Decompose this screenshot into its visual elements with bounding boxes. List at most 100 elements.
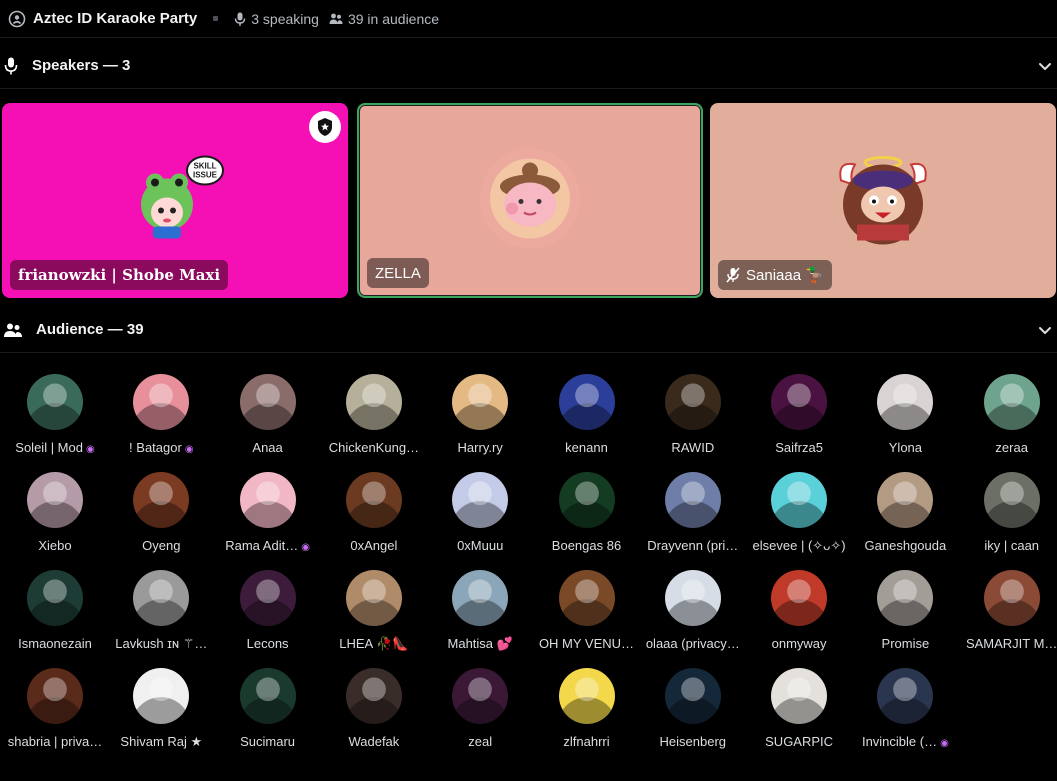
audience-member-name: Boengas 86 [536, 538, 638, 553]
audience-member[interactable]: OH MY VENU… [534, 564, 640, 662]
audience-member[interactable]: Soleil | Mod ◉ [2, 368, 108, 466]
avatar [27, 570, 83, 626]
audience-member-name: 0xMuuu [429, 538, 531, 553]
speaker-avatar [835, 150, 931, 251]
pink-character-avatar [480, 148, 580, 248]
audience-member-label: Wadefak [348, 734, 400, 749]
audience-member-label: zlfnahrri [563, 734, 610, 749]
audience-member[interactable]: Mahtisa 💕 [427, 564, 533, 662]
speaker-tiles: SKILL ISSUE frianowzki | Shobe Maxi ZELL… [2, 103, 1056, 298]
audience-member-name: Invincible (… ◉ [854, 734, 956, 749]
speakers-section-header[interactable]: Speakers — 3 [0, 43, 1057, 89]
audience-member-name: Ganeshgouda [854, 538, 956, 553]
audience-member-label: Ganeshgouda [864, 538, 947, 553]
avatar [452, 374, 509, 430]
audience-member-label: kenann [565, 440, 608, 455]
audience-member-name: zeal [429, 734, 531, 749]
audience-section-header[interactable]: Audience — 39 [0, 307, 1057, 353]
audience-member[interactable]: iky | caan [959, 466, 1057, 564]
audience-member[interactable]: Harry.ry [427, 368, 533, 466]
audience-member[interactable]: RAWID [640, 368, 746, 466]
avatar [345, 668, 402, 724]
microphone-icon [235, 12, 246, 26]
avatar [345, 570, 402, 626]
audience-member-label: Ismaonezain [18, 636, 92, 651]
avatar [558, 472, 615, 528]
audience-member-label: Saifrza5 [775, 440, 823, 455]
speaker-tile[interactable]: SKILL ISSUE frianowzki | Shobe Maxi [2, 103, 348, 298]
audience-member[interactable]: zlfnahrri [534, 662, 640, 760]
avatar [452, 472, 509, 528]
audience-member[interactable]: Oyeng [108, 466, 214, 564]
audience-member-name: elsevee | (✧ᴗ✧) [748, 538, 850, 554]
audience-member[interactable]: shabria | priva… [2, 662, 108, 760]
audience-member[interactable]: Sucimaru [215, 662, 321, 760]
speaker-tile[interactable]: Saniaaa 🦆 [710, 103, 1056, 298]
chevron-down-icon[interactable] [1037, 322, 1053, 338]
avatar [983, 570, 1040, 626]
audience-member[interactable]: ! Batagor ◉ [108, 368, 214, 466]
audience-member-label: zeal [468, 734, 493, 749]
stage-channel-icon [8, 10, 26, 28]
audience-member-name: Harry.ry [429, 440, 531, 455]
speaking-count-label: 3 speaking [251, 10, 319, 27]
audience-member[interactable]: Shivam Raj ★ [108, 662, 214, 760]
audience-member[interactable]: SUGARPIC [746, 662, 852, 760]
audience-member-label: Lecons [246, 636, 289, 651]
audience-member-name: SAMARJIT M… [961, 636, 1057, 651]
audience-member-name: Promise [854, 636, 956, 651]
audience-member[interactable]: Ylona [852, 368, 958, 466]
avatar [771, 570, 828, 626]
speaker-tile[interactable]: ZELLA [357, 103, 703, 298]
audience-member[interactable]: LHEA 🥀👠 [321, 564, 427, 662]
avatar [452, 570, 509, 626]
audience-member[interactable]: Ganeshgouda [852, 466, 958, 564]
audience-member-name: 0xAngel [323, 538, 425, 553]
chevron-down-icon[interactable] [1037, 58, 1053, 74]
audience-member-name: Mahtisa 💕 [429, 636, 531, 652]
audience-member[interactable]: Xiebo [2, 466, 108, 564]
moderator-badge [309, 111, 341, 143]
audience-member[interactable]: ChickenKung… [321, 368, 427, 466]
audience-member[interactable]: elsevee | (✧ᴗ✧) [746, 466, 852, 564]
audience-member[interactable]: Anaa [215, 368, 321, 466]
audience-member-label: olaaa (privacy… [645, 636, 740, 651]
audience-member-label: LHEA 🥀👠 [339, 636, 409, 651]
audience-member-label: Shivam Raj ★ [120, 734, 203, 749]
audience-member[interactable]: onmyway [746, 564, 852, 662]
avatar [983, 472, 1040, 528]
audience-member-name: zlfnahrri [536, 734, 638, 749]
audience-member-name: iky | caan [961, 538, 1057, 553]
audience-member[interactable]: SAMARJIT M… [959, 564, 1057, 662]
audience-member[interactable]: Boengas 86 [534, 466, 640, 564]
audience-member[interactable]: Saifrza5 [746, 368, 852, 466]
avatar [664, 570, 721, 626]
audience-member-name: Oyeng [110, 538, 212, 553]
audience-member-name: Anaa [217, 440, 319, 455]
speaker-nameplate: ZELLA [367, 258, 429, 288]
audience-member-label: Invincible (… [861, 734, 938, 749]
audience-member[interactable]: Ismaonezain [2, 564, 108, 662]
audience-member[interactable]: kenann [534, 368, 640, 466]
audience-member[interactable]: olaaa (privacy… [640, 564, 746, 662]
speaker-name: frianowzki | Shobe Maxi [18, 266, 221, 284]
audience-member[interactable]: Lavkush ɪɴ ⚚… [108, 564, 214, 662]
audience-member[interactable]: Rama Adit… ◉ [215, 466, 321, 564]
speaker-nameplate: Saniaaa 🦆 [718, 260, 832, 290]
audience-member-name: onmyway [748, 636, 850, 651]
audience-member[interactable]: zeraa [959, 368, 1057, 466]
audience-member[interactable]: Heisenberg [640, 662, 746, 760]
audience-member[interactable]: Wadefak [321, 662, 427, 760]
speakers-section-label: Speakers — 3 [32, 57, 131, 74]
audience-member[interactable]: 0xAngel [321, 466, 427, 564]
audience-member[interactable]: zeal [427, 662, 533, 760]
speaker-nameplate: frianowzki | Shobe Maxi [10, 260, 229, 290]
audience-member[interactable]: Drayvenn (pri… [640, 466, 746, 564]
avatar [452, 668, 509, 724]
audience-member[interactable]: Invincible (… ◉ [852, 662, 958, 760]
avatar [558, 668, 615, 724]
audience-member[interactable]: Promise [852, 564, 958, 662]
audience-member[interactable]: Lecons [215, 564, 321, 662]
audience-member-name: Ylona [854, 440, 956, 455]
audience-member[interactable]: 0xMuuu [427, 466, 533, 564]
